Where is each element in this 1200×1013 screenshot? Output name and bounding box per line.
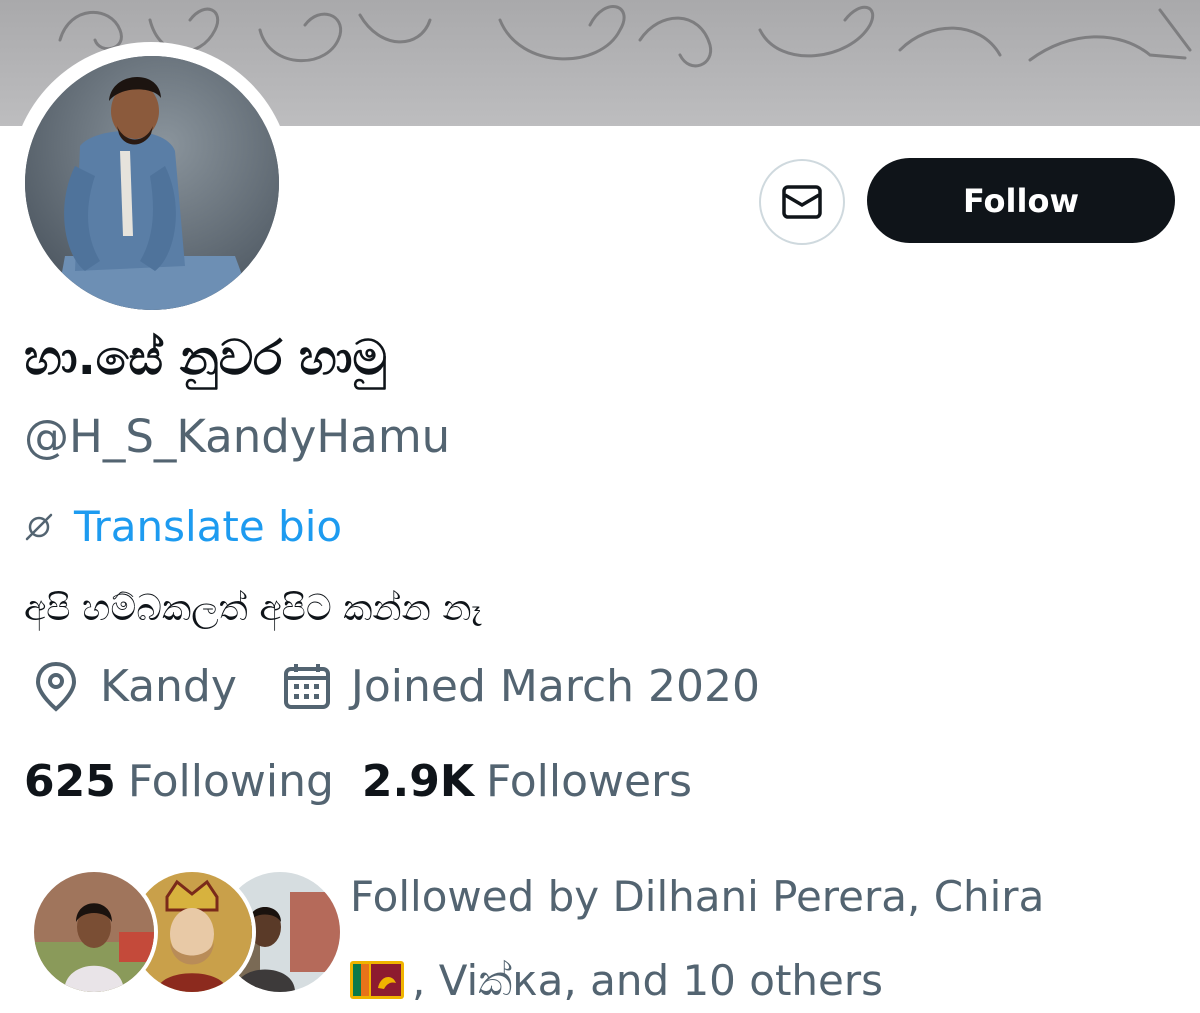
joined-date-text: Joined March 2020 <box>350 660 760 712</box>
translate-icon <box>25 513 53 540</box>
profile-bio: අපි හම්බකලත් අපිට කන්න නෑ <box>24 588 482 629</box>
profile-meta-row: Kandy Joined March 2020 <box>32 660 760 712</box>
followers-you-know-text[interactable]: Followed by Dilhani Perera, Chira , Viක්… <box>350 855 1180 1013</box>
followers-label: Followers <box>485 756 693 807</box>
followers-count: 2.9K <box>361 756 474 807</box>
envelope-icon <box>782 185 822 219</box>
location-pin-icon <box>35 661 77 712</box>
profile-avatar[interactable] <box>25 56 279 310</box>
location-text: Kandy <box>100 660 237 712</box>
translate-bio-row: Translate bio <box>24 502 342 551</box>
following-label: Following <box>127 756 334 807</box>
avatar-photo-image <box>25 56 279 310</box>
message-button[interactable] <box>759 159 845 245</box>
followers-link[interactable]: 2.9K Followers <box>362 756 692 807</box>
calendar-icon <box>283 664 330 709</box>
follow-button[interactable]: Follow <box>867 158 1175 243</box>
location-item: Kandy <box>32 660 237 712</box>
followers-you-know-avatars[interactable] <box>30 868 344 1000</box>
translate-bio-link[interactable]: Translate bio <box>74 502 342 551</box>
following-link[interactable]: 625 Following <box>24 756 334 807</box>
follower-avatar-1 <box>30 868 158 996</box>
user-handle: @H_S_KandyHamu <box>24 410 451 463</box>
following-count: 625 <box>24 756 116 807</box>
followed-by-suffix: , Viක්ка, and 10 others <box>412 956 884 1005</box>
joined-item: Joined March 2020 <box>283 661 760 712</box>
followed-by-prefix: Followed by Dilhani Perera, Chira <box>350 872 1045 921</box>
display-name: හා.සේ නුවර හාමු <box>24 330 387 386</box>
sri-lanka-flag-icon <box>350 960 404 999</box>
profile-stats-row: 625 Following 2.9K Followers <box>24 756 692 807</box>
follower-avatar-1-image <box>34 872 154 992</box>
